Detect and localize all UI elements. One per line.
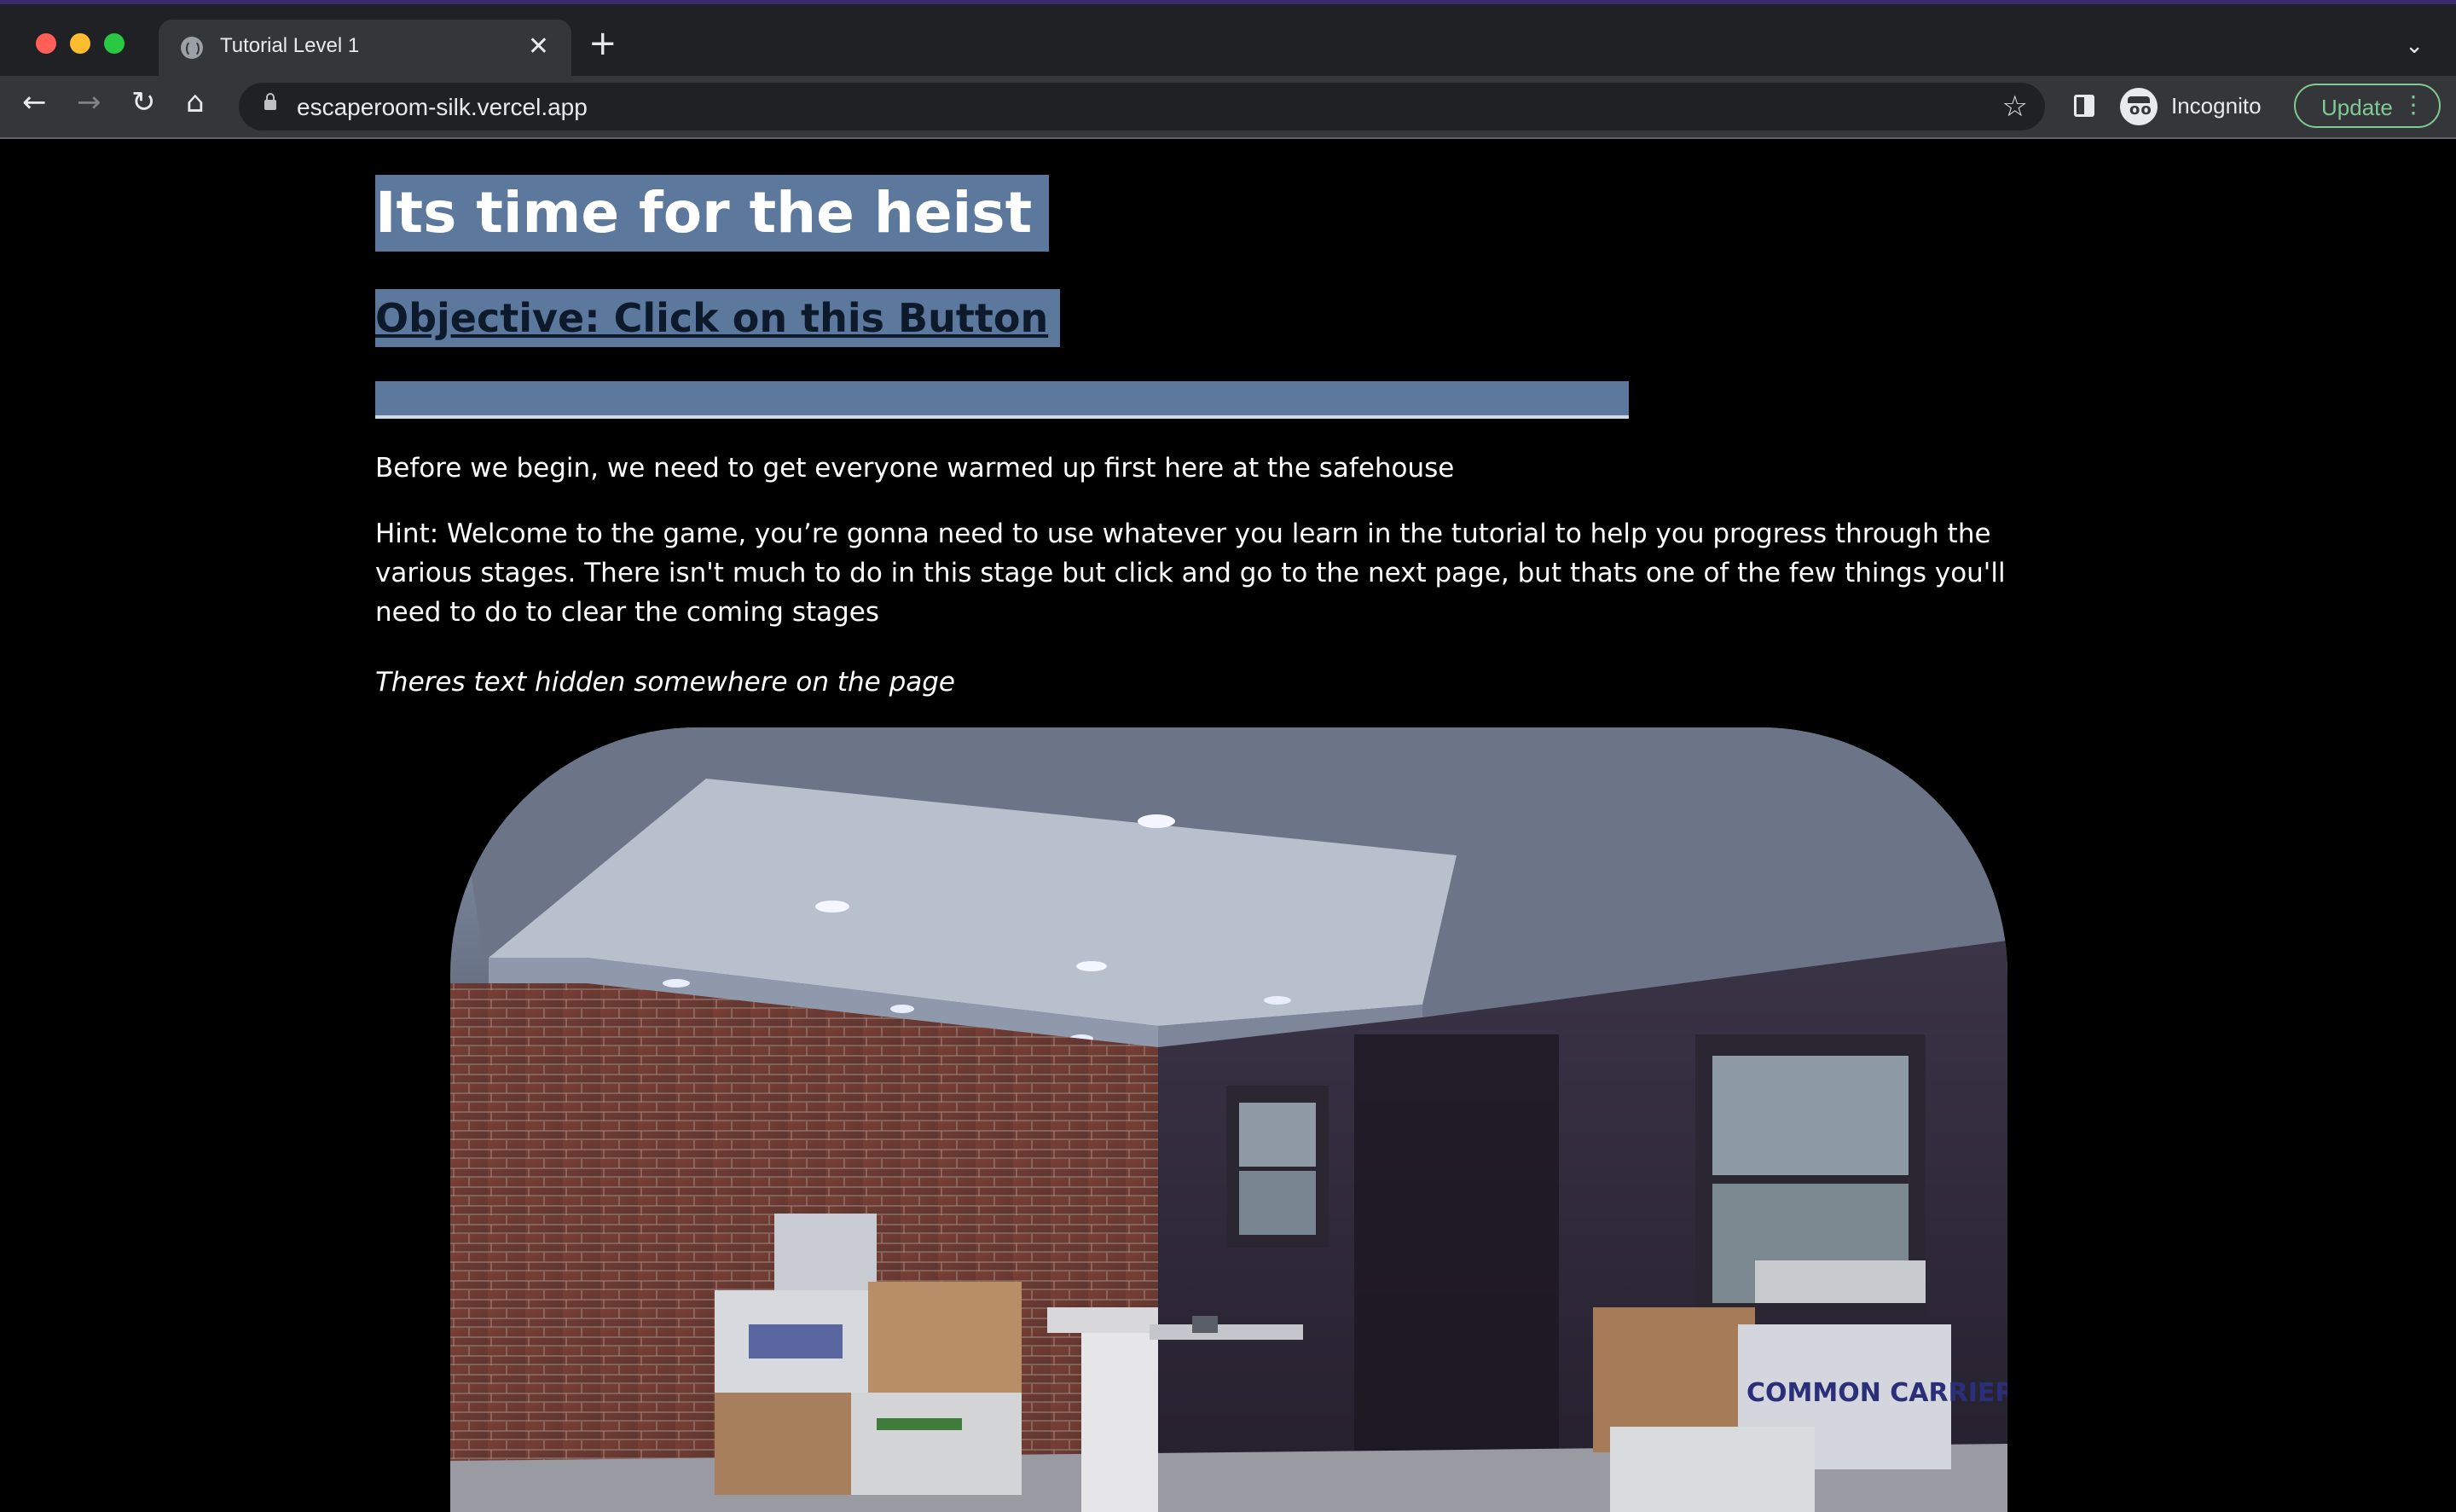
incognito-icon[interactable]	[2120, 88, 2158, 125]
side-panel-icon[interactable]	[2074, 95, 2094, 117]
safehouse-illustration: COMMON CARRIERS COMMON CARRIERS	[450, 727, 2007, 1512]
tab-close-icon[interactable]: ✕	[528, 32, 549, 61]
close-window-button[interactable]	[36, 33, 56, 54]
globe-icon	[181, 37, 203, 59]
update-button[interactable]: Update ⋮	[2294, 84, 2441, 128]
tab-tutorial-level-1[interactable]: Tutorial Level 1 ✕	[159, 20, 571, 76]
lock-icon[interactable]	[264, 93, 276, 110]
minimize-window-button[interactable]	[70, 33, 90, 54]
kebab-menu-icon[interactable]: ⋮	[2401, 90, 2425, 119]
browser-toolbar: ← → ↻ ⌂ escaperoom-silk.vercel.app ☆ Inc…	[0, 76, 2456, 139]
chevron-down-icon[interactable]: ⌄	[2405, 33, 2424, 59]
update-label: Update	[2321, 95, 2393, 120]
forward-arrow-icon[interactable]: →	[77, 88, 101, 117]
hint-text: Hint: Welcome to the game, you’re gonna …	[375, 518, 2006, 628]
intro-text: Before we begin, we need to get everyone…	[375, 453, 1455, 484]
star-icon[interactable]: ☆	[2002, 90, 2028, 124]
page-viewport: Its time for the heist Objective: Click …	[0, 139, 2456, 1512]
highlight-bar	[375, 381, 1629, 419]
url-text[interactable]: escaperoom-silk.vercel.app	[297, 94, 588, 121]
back-arrow-icon[interactable]: ←	[22, 88, 47, 117]
address-bar[interactable]: escaperoom-silk.vercel.app ☆	[239, 83, 2045, 130]
new-tab-button[interactable]: +	[588, 26, 617, 61]
hidden-text-note: Theres text hidden somewhere on the page	[375, 667, 956, 698]
page-title: Its time for the heist	[375, 175, 1050, 252]
profile-label[interactable]: Incognito	[2171, 93, 2262, 119]
objective-button[interactable]: Objective: Click on this Button	[375, 289, 1061, 347]
safehouse-image: COMMON CARRIERS COMMON CARRIERS	[450, 727, 2007, 1512]
tab-strip: Tutorial Level 1 ✕ + ⌄	[0, 4, 2456, 76]
tab-title: Tutorial Level 1	[220, 34, 360, 57]
home-icon[interactable]: ⌂	[186, 88, 205, 117]
reload-icon[interactable]: ↻	[131, 88, 156, 117]
zoom-window-button[interactable]	[104, 33, 125, 54]
